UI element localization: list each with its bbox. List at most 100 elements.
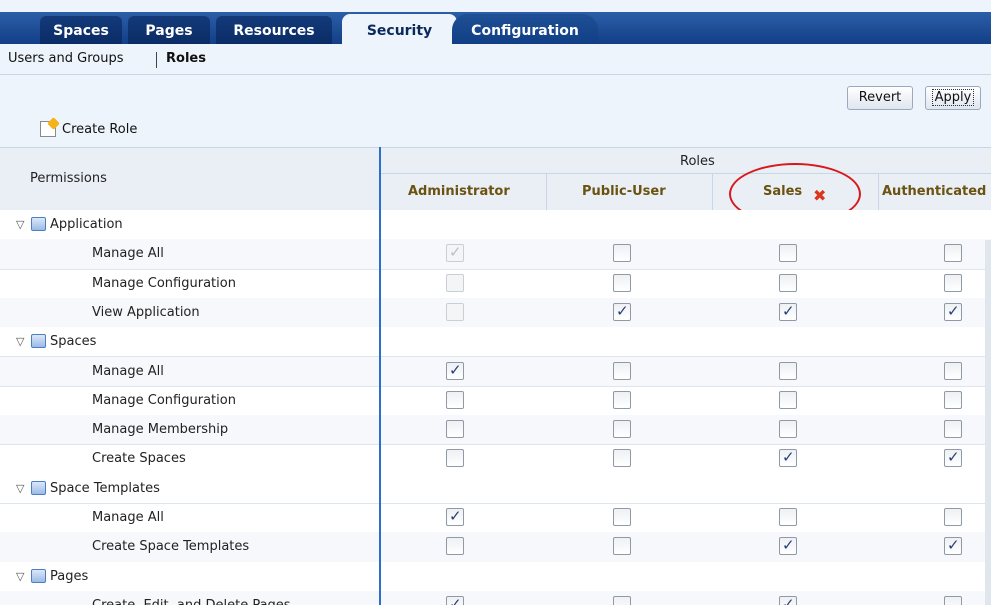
permission-checkbox-administrator [446,302,464,321]
expand-toggle-icon[interactable]: ▽ [16,570,24,583]
permission-checkbox-authenticated[interactable] [944,273,962,292]
permission-checkbox-public-user[interactable] [613,244,631,263]
subnav-roles[interactable]: Roles [166,51,206,66]
permission-checkbox-authenticated[interactable] [944,595,962,605]
expand-toggle-icon[interactable]: ▽ [16,335,24,348]
permission-checkbox-sales[interactable] [779,244,797,263]
permission-checkbox-public-user[interactable] [613,537,631,556]
permission-label: Create Spaces [92,451,186,467]
permission-label: Create Space Templates [92,539,250,555]
permission-checkbox-authenticated[interactable] [944,244,962,263]
permission-checkbox-administrator[interactable] [446,420,464,439]
permission-checkbox-public-user[interactable] [613,595,631,605]
permission-checkbox-administrator[interactable] [446,449,464,468]
permission-checkbox-sales[interactable]: ✓ [779,536,797,556]
permission-label: Manage All [92,246,164,262]
permission-checkbox-public-user[interactable] [613,390,631,409]
permission-checkbox-public-user[interactable] [613,273,631,292]
check-icon: ✓ [782,448,795,467]
permission-checkbox-public-user[interactable] [613,449,631,468]
permission-checkbox-sales[interactable] [779,508,797,526]
permission-checkbox-sales[interactable] [779,273,797,292]
permission-checkbox-public-user[interactable] [613,508,631,526]
role-header-administrator[interactable]: Administrator [408,184,510,199]
spaces-icon [31,334,46,349]
check-icon: ✓ [782,536,795,555]
apply-button[interactable]: Apply [925,86,981,110]
roles-column-group-header: Roles [680,154,715,169]
permission-label: View Application [92,304,200,320]
check-icon: ✓ [449,360,462,379]
group-label: Spaces [50,334,97,350]
check-icon: ✓ [947,448,960,467]
tab-security[interactable]: Security [342,18,457,44]
permission-checkbox-sales[interactable]: ✓ [779,448,797,468]
permission-checkbox-sales[interactable]: ✓ [779,301,797,321]
permission-checkbox-public-user[interactable] [613,361,631,380]
check-icon: ✓ [782,594,795,605]
permission-checkbox-administrator[interactable]: ✓ [446,594,464,605]
check-icon: ✓ [449,594,462,605]
permission-checkbox-sales[interactable] [779,361,797,380]
subnav-users-and-groups[interactable]: Users and Groups [8,51,123,66]
table-row: Create Spaces ✓ ✓ [0,444,991,475]
app-window: Spaces Pages Resources Security Configur… [0,0,991,605]
permission-checkbox-administrator[interactable] [446,537,464,556]
table-row: Manage Configuration [0,386,991,417]
permission-checkbox-sales[interactable] [779,390,797,409]
tab-pages[interactable]: Pages [128,18,210,44]
table-row: Manage Membership [0,415,991,446]
table-group-row[interactable]: ▽ Spaces [0,327,991,358]
check-icon: ✓ [947,301,960,320]
create-role-icon [40,121,56,137]
check-icon: ✓ [782,301,795,320]
table-row: Manage All ✓ [0,356,991,387]
apply-label: Apply [931,89,975,106]
permission-checkbox-sales[interactable] [779,420,797,439]
permission-checkbox-administrator[interactable]: ✓ [446,507,464,526]
permission-checkbox-authenticated[interactable]: ✓ [944,536,962,556]
space-templates-icon [31,480,46,495]
table-group-row[interactable]: ▽ Application [0,210,991,241]
check-icon: ✓ [616,301,629,320]
permission-label: Manage Configuration [92,275,236,291]
permissions-column-header: Permissions [30,171,107,186]
permission-label: Manage All [92,510,164,525]
permission-checkbox-authenticated[interactable]: ✓ [944,301,962,321]
toolbar-area [0,75,991,147]
subnav: Users and Groups Roles [0,44,991,75]
table-row: Create Space Templates ✓ ✓ [0,532,991,563]
group-label: Pages [50,568,89,584]
permission-label: Manage All [92,363,164,379]
permission-checkbox-administrator[interactable]: ✓ [446,360,464,380]
expand-toggle-icon[interactable]: ▽ [16,482,24,495]
tab-resources[interactable]: Resources [216,18,332,44]
expand-toggle-icon[interactable]: ▽ [16,218,24,231]
table-row: Manage Configuration [0,269,991,299]
permission-checkbox-public-user[interactable] [613,420,631,439]
permission-checkbox-authenticated[interactable] [944,390,962,409]
role-header-authenticated[interactable]: Authenticated [882,184,989,199]
group-label: Space Templates [50,480,160,496]
permission-checkbox-sales[interactable]: ✓ [779,594,797,605]
pages-icon [31,568,46,583]
revert-button[interactable]: Revert [847,86,913,110]
table-divider [379,147,381,605]
application-icon [31,217,46,231]
check-icon: ✓ [947,536,960,555]
tab-configuration[interactable]: Configuration [462,18,588,44]
table-row: Manage All ✓ [0,503,991,534]
permission-checkbox-authenticated[interactable] [944,508,962,526]
permission-checkbox-authenticated[interactable] [944,361,962,380]
table-group-row[interactable]: ▽ Space Templates [0,473,991,504]
permission-checkbox-authenticated[interactable] [944,420,962,439]
table-group-row[interactable]: ▽ Pages [0,561,991,592]
scrollbar[interactable] [985,240,991,605]
permission-checkbox-public-user[interactable]: ✓ [613,301,631,321]
check-icon: ✓ [449,243,462,262]
permission-checkbox-administrator[interactable] [446,390,464,409]
tab-spaces[interactable]: Spaces [40,18,122,44]
permission-checkbox-authenticated[interactable]: ✓ [944,448,962,468]
permission-checkbox-administrator: ✓ [446,243,464,263]
role-header-public-user[interactable]: Public-User [582,184,666,199]
